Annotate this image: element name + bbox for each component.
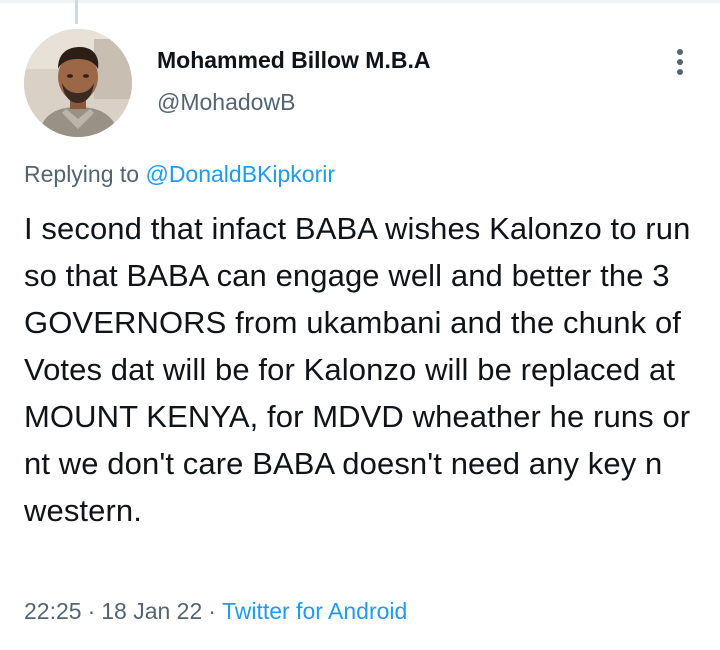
- replying-to-label: Replying to: [24, 161, 140, 187]
- top-divider: [0, 0, 720, 3]
- replying-to: Replying to @DonaldBKipkorir: [24, 158, 335, 190]
- more-options-button[interactable]: [665, 45, 695, 79]
- tweet-date[interactable]: 18 Jan 22: [101, 598, 202, 624]
- tweet-source-link[interactable]: Twitter for Android: [222, 598, 407, 624]
- tweet-time[interactable]: 22:25: [24, 598, 82, 624]
- meta-separator-2: ·: [208, 598, 216, 624]
- meta-separator: ·: [87, 598, 96, 624]
- more-vertical-icon: [677, 49, 683, 75]
- author-info: Mohammed Billow M.B.A @MohadowB: [157, 46, 430, 116]
- replying-to-handle-link[interactable]: @DonaldBKipkorir: [145, 161, 335, 187]
- avatar[interactable]: [24, 29, 132, 137]
- thread-connector-line: [75, 0, 78, 24]
- author-handle[interactable]: @MohadowB: [157, 88, 430, 116]
- tweet-text: I second that infact BABA wishes Kalonzo…: [24, 211, 691, 528]
- author-display-name[interactable]: Mohammed Billow M.B.A: [157, 46, 430, 74]
- avatar-photo-icon: [24, 29, 132, 137]
- tweet-metadata: 22:25 · 18 Jan 22 · Twitter for Android: [24, 595, 407, 627]
